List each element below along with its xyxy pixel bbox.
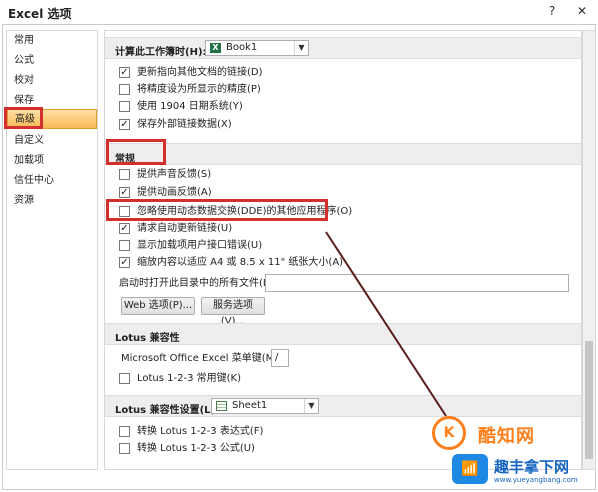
checkbox[interactable] [119, 443, 130, 454]
section-header-lotus-settings: Lotus 兼容性设置(L): Sheet1 ▼ [105, 395, 581, 417]
lotus-settings-title: Lotus 兼容性设置(L): [115, 405, 220, 416]
content-scrollbar[interactable] [582, 30, 596, 470]
watermark-text: 酷知网 [478, 426, 535, 447]
checkbox[interactable] [119, 373, 130, 384]
checkbox[interactable] [119, 101, 130, 112]
checkbox[interactable]: ✓ [119, 187, 130, 198]
section-header-workbook: 计算此工作簿时(H): X Book1 ▼ [105, 37, 581, 59]
checkbox[interactable]: ✓ [119, 257, 130, 268]
startup-folder-input[interactable] [265, 274, 569, 292]
sheet-select-value: Sheet1 [232, 400, 268, 411]
service-options-button[interactable]: 服务选项(V)... [201, 297, 265, 327]
checkbox[interactable] [119, 240, 130, 251]
help-button[interactable]: ? [544, 4, 560, 18]
watermark-brand: 趣丰拿下网 [494, 458, 570, 476]
workbook-select[interactable]: X Book1 ▼ [205, 40, 309, 56]
highlight-general [106, 139, 166, 165]
highlight-advanced [4, 107, 43, 129]
workbook-select-value: Book1 [226, 42, 258, 53]
excel-workbook-icon: X [210, 43, 221, 53]
watermark-logo-icon: K [432, 416, 466, 450]
window-title: Excel 选项 [8, 7, 72, 21]
checkbox[interactable] [119, 84, 130, 95]
sidebar-item-general[interactable]: 常用 [7, 31, 97, 51]
chevron-down-icon: ▼ [294, 41, 308, 55]
sidebar-item-resources[interactable]: 资源 [7, 191, 97, 211]
close-button[interactable]: ✕ [574, 4, 590, 18]
checkbox[interactable]: ✓ [119, 67, 130, 78]
sidebar-item-proofing[interactable]: 校对 [7, 71, 97, 91]
sidebar-item-trust-center[interactable]: 信任中心 [7, 171, 97, 191]
checkbox[interactable]: ✓ [119, 119, 130, 130]
section-header-lotus: Lotus 兼容性 [105, 323, 581, 345]
workbook-label: 计算此工作簿时(H): [115, 47, 207, 58]
watermark-url: www.yueyangbang.com [494, 476, 578, 484]
checkbox[interactable] [119, 426, 130, 437]
title-bar: Excel 选项 ? ✕ [0, 0, 598, 24]
sheet-select[interactable]: Sheet1 ▼ [211, 398, 319, 414]
options-content: 计算此工作簿时(H): X Book1 ▼ ✓ 更新指向其他文档的链接(D) 将… [104, 30, 582, 470]
sidebar-item-customize[interactable]: 自定义 [7, 131, 97, 151]
section-header-general: 常规 [105, 143, 581, 165]
scrollbar-thumb[interactable] [585, 341, 593, 459]
startup-folder-label: 启动时打开此目录中的所有文件(L): [119, 278, 276, 289]
chevron-down-icon: ▼ [304, 399, 318, 413]
wifi-icon: 📶 [452, 454, 488, 484]
checkbox[interactable] [119, 169, 130, 180]
web-options-button[interactable]: Web 选项(P)... [121, 297, 195, 315]
lotus-section-title: Lotus 兼容性 [115, 333, 180, 344]
menu-key-label: Microsoft Office Excel 菜单键(M): [121, 353, 282, 364]
options-sidebar: 常用 公式 校对 保存 高级 自定义 加载项 信任中心 资源 [6, 30, 98, 470]
sidebar-item-addins[interactable]: 加载项 [7, 151, 97, 171]
menu-key-input[interactable]: / [271, 349, 289, 367]
highlight-ignore-dde [106, 199, 328, 221]
worksheet-icon [216, 401, 227, 411]
checkbox[interactable]: ✓ [119, 223, 130, 234]
sidebar-item-formulas[interactable]: 公式 [7, 51, 97, 71]
